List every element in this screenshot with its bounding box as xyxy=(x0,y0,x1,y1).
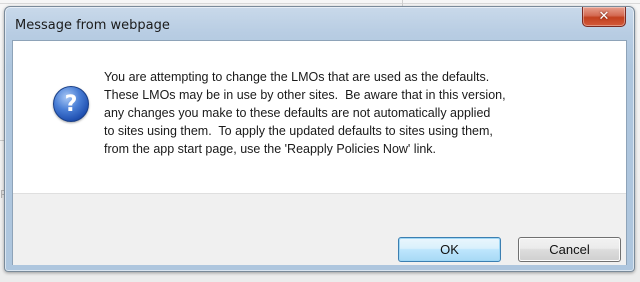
cancel-button[interactable]: Cancel xyxy=(518,237,621,262)
ok-button[interactable]: OK xyxy=(398,237,501,262)
message-line: These LMOs may be in use by other sites.… xyxy=(104,88,506,102)
dialog-content: ? You are attempting to change the LMOs … xyxy=(13,41,626,193)
dialog-message: You are attempting to change the LMOs th… xyxy=(104,68,619,158)
dialog-titlebar[interactable]: Message from webpage ✕ xyxy=(5,7,634,41)
question-mark: ? xyxy=(64,91,78,117)
message-line: from the app start page, use the 'Reappl… xyxy=(104,142,437,156)
message-line: to sites using them. To apply the update… xyxy=(104,124,493,138)
dialog-client-area: ? You are attempting to change the LMOs … xyxy=(12,40,627,265)
close-icon: ✕ xyxy=(598,9,610,24)
background-divider xyxy=(0,3,640,4)
dialog-button-bar: OK Cancel xyxy=(13,193,626,265)
message-line: any changes you make to these defaults a… xyxy=(104,106,491,120)
message-line: You are attempting to change the LMOs th… xyxy=(104,70,490,84)
close-button[interactable]: ✕ xyxy=(582,7,626,27)
dialog-title: Message from webpage xyxy=(15,18,170,33)
screen-background: R Message from webpage ✕ ? You are attem… xyxy=(0,0,640,282)
question-icon: ? xyxy=(53,86,89,122)
message-dialog: Message from webpage ✕ ? You are attempt… xyxy=(4,6,635,272)
